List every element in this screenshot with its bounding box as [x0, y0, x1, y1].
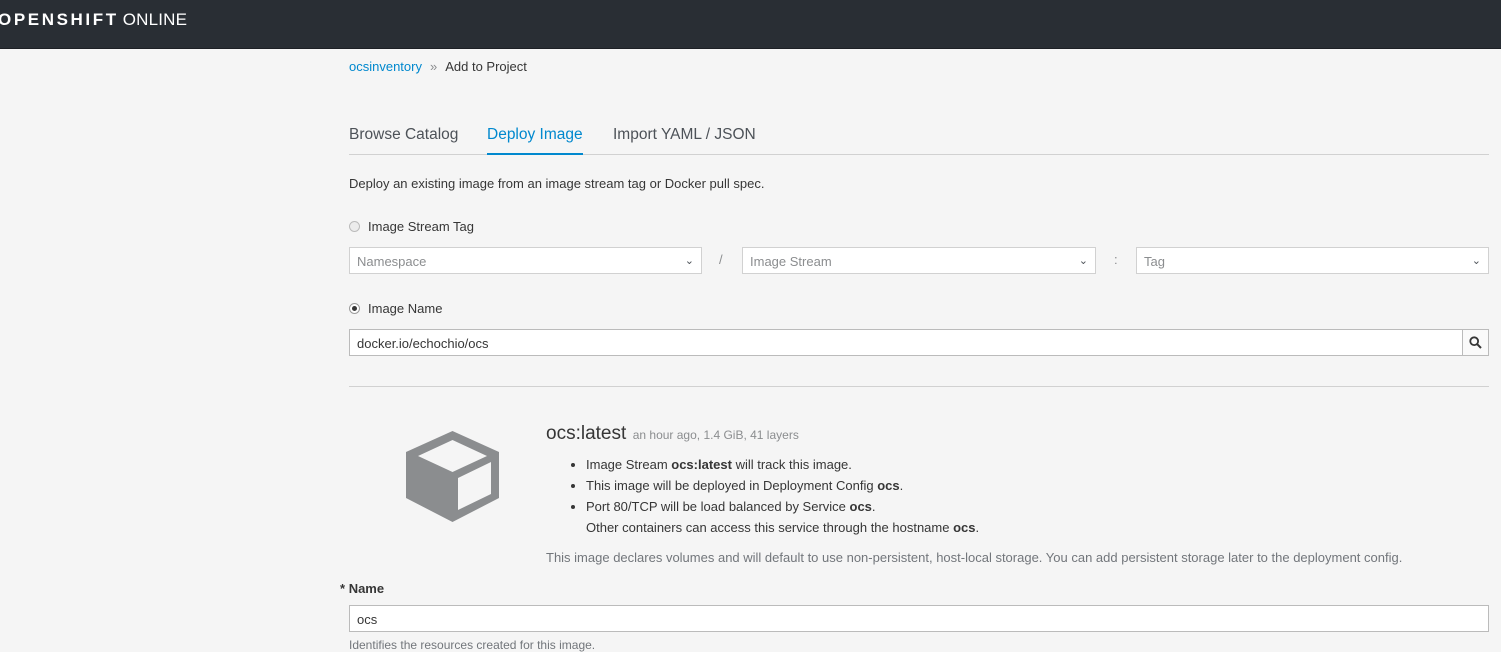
- list-item: Port 80/TCP will be load balanced by Ser…: [586, 496, 979, 538]
- image-search-button[interactable]: [1462, 329, 1489, 356]
- name-field-label: * Name: [340, 581, 384, 596]
- image-stream-tag-radio[interactable]: [349, 221, 360, 232]
- required-mark: *: [340, 581, 346, 596]
- image-stream-tag-option[interactable]: Image Stream Tag: [349, 219, 474, 234]
- image-name-input[interactable]: docker.io/echochio/ocs: [349, 329, 1463, 356]
- breadcrumb-separator: »: [429, 59, 438, 74]
- image-name-label: Image Name: [368, 301, 443, 316]
- list-item: Image Stream ocs:latest will track this …: [586, 454, 979, 475]
- chevron-down-icon: ⌄: [1471, 255, 1481, 267]
- image-stream-placeholder: Image Stream: [750, 254, 832, 269]
- breadcrumb: ocsinventory » Add to Project: [349, 59, 527, 74]
- deploy-image-description: Deploy an existing image from an image s…: [349, 176, 765, 191]
- breadcrumb-current: Add to Project: [445, 59, 527, 74]
- tab-deploy-image[interactable]: Deploy Image: [487, 126, 583, 155]
- image-stream-select[interactable]: Image Stream ⌄: [742, 247, 1096, 274]
- image-tag-name: ocs:latest: [546, 423, 627, 444]
- chevron-down-icon: ⌄: [1078, 255, 1088, 267]
- image-details-list: Image Stream ocs:latest will track this …: [568, 454, 979, 538]
- tag-placeholder: Tag: [1144, 254, 1165, 269]
- name-help-text: Identifies the resources created for thi…: [349, 638, 596, 652]
- volume-note: This image declares volumes and will def…: [546, 550, 1403, 565]
- slash-separator: /: [719, 252, 723, 267]
- name-label-text: Name: [348, 581, 385, 596]
- namespace-placeholder: Namespace: [357, 254, 427, 269]
- namespace-select[interactable]: Namespace ⌄: [349, 247, 702, 274]
- section-divider: [349, 386, 1489, 387]
- tag-select[interactable]: Tag ⌄: [1136, 247, 1489, 274]
- image-name-radio[interactable]: [349, 303, 360, 314]
- chevron-down-icon: ⌄: [684, 255, 694, 267]
- image-stream-tag-label: Image Stream Tag: [368, 219, 474, 234]
- name-input[interactable]: ocs: [349, 605, 1489, 632]
- colon-separator: :: [1114, 252, 1118, 267]
- brand-logo[interactable]: OPENSHIFT ONLINE: [0, 10, 187, 30]
- add-to-project-tabs: Browse Catalog Deploy Image Import YAML …: [349, 120, 1489, 155]
- brand-light: ONLINE: [122, 10, 188, 29]
- list-item: This image will be deployed in Deploymen…: [586, 475, 979, 496]
- tab-import-yaml-json[interactable]: Import YAML / JSON: [613, 126, 756, 153]
- top-navbar: OPENSHIFT ONLINE: [0, 0, 1501, 49]
- image-meta: an hour ago, 1.4 GiB, 41 layers: [632, 428, 799, 442]
- breadcrumb-project-link[interactable]: ocsinventory: [349, 59, 422, 74]
- brand-strong: OPENSHIFT: [0, 10, 119, 29]
- image-title: ocs:latest an hour ago, 1.4 GiB, 41 laye…: [546, 423, 799, 445]
- image-name-option[interactable]: Image Name: [349, 301, 442, 316]
- cube-icon: [404, 428, 501, 530]
- search-icon: [1469, 336, 1482, 349]
- tab-browse-catalog[interactable]: Browse Catalog: [349, 126, 458, 153]
